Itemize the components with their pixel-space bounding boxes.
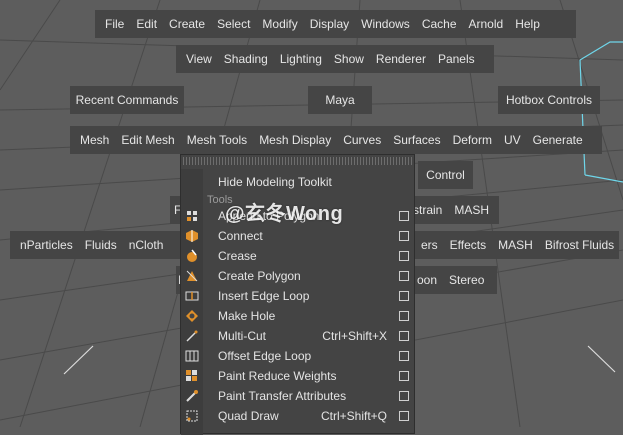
option-box[interactable] <box>399 371 409 381</box>
quad-draw-icon <box>186 410 198 422</box>
option-box[interactable] <box>399 311 409 321</box>
dynamics-menu-bar-right: ers Effects MASH Bifrost Fluids <box>413 231 619 259</box>
option-box[interactable] <box>399 231 409 241</box>
menu-ncloth[interactable]: nCloth <box>123 238 170 252</box>
menu-deform[interactable]: Deform <box>447 133 498 147</box>
menu-item-label: Paint Reduce Weights <box>218 369 337 383</box>
menu-curves[interactable]: Curves <box>337 133 387 147</box>
menu-item-multi-cut[interactable]: Multi-Cut Ctrl+Shift+X <box>186 326 414 346</box>
menu-arnold[interactable]: Arnold <box>463 17 510 31</box>
menu-item-offset-edge-loop[interactable]: Offset Edge Loop <box>185 346 414 366</box>
insert-edge-loop-icon <box>185 291 199 301</box>
option-box[interactable] <box>399 291 409 301</box>
menu-stereo[interactable]: Stereo <box>443 273 490 287</box>
option-box[interactable] <box>399 211 409 221</box>
menu-mash-2[interactable]: MASH <box>492 238 539 252</box>
modeling-menu-bar: Mesh Edit Mesh Mesh Tools Mesh Display C… <box>70 126 602 154</box>
menu-mesh-display[interactable]: Mesh Display <box>253 133 337 147</box>
menu-item-label: Quad Draw <box>218 409 279 423</box>
menu-item-hotkey: Ctrl+Shift+X <box>322 329 387 343</box>
menu-constrain[interactable]: strain <box>413 203 448 217</box>
crease-icon <box>187 249 197 262</box>
menu-file[interactable]: File <box>99 17 130 31</box>
menu-item-label: Multi-Cut <box>218 329 267 343</box>
menu-item-insert-edge-loop[interactable]: Insert Edge Loop <box>185 286 414 306</box>
menu-generate[interactable]: Generate <box>527 133 589 147</box>
menu-item-quad-draw[interactable]: Quad Draw Ctrl+Shift+Q <box>186 406 414 426</box>
main-menu-bar: File Edit Create Select Modify Display W… <box>95 10 576 38</box>
menu-display[interactable]: Display <box>304 17 355 31</box>
partial-right-bar-2: oon Stereo <box>413 266 497 294</box>
menu-item-make-hole[interactable]: Make Hole <box>186 306 414 326</box>
menu-item-create-polygon[interactable]: Create Polygon <box>186 266 414 286</box>
paint-transfer-attributes-icon <box>186 390 198 402</box>
menu-create[interactable]: Create <box>163 17 211 31</box>
menu-item-label: Paint Transfer Attributes <box>218 389 347 403</box>
menu-panels[interactable]: Panels <box>432 52 481 66</box>
menu-item-paint-reduce-weights[interactable]: Paint Reduce Weights <box>186 366 414 386</box>
menu-nparticles[interactable]: nParticles <box>14 238 79 252</box>
menu-cache[interactable]: Cache <box>416 17 463 31</box>
menu-mesh-tools[interactable]: Mesh Tools <box>181 133 253 147</box>
append-polygon-icon <box>187 211 197 221</box>
recent-commands-button[interactable]: Recent Commands <box>70 86 184 114</box>
menu-show[interactable]: Show <box>328 52 370 66</box>
menu-item-label: Insert Edge Loop <box>218 289 310 303</box>
option-box[interactable] <box>399 351 409 361</box>
control-button[interactable]: Control <box>418 161 473 189</box>
offset-edge-loop-icon <box>185 350 199 362</box>
connect-icon <box>186 230 198 242</box>
menu-item-hotkey: Ctrl+Shift+Q <box>320 409 387 423</box>
option-box[interactable] <box>399 271 409 281</box>
menu-item-label: Crease <box>218 249 257 263</box>
menu-lighting[interactable]: Lighting <box>274 52 328 66</box>
menu-renderer[interactable]: Renderer <box>370 52 432 66</box>
maya-button[interactable]: Maya <box>308 86 372 114</box>
multi-cut-icon <box>186 330 198 342</box>
option-box[interactable] <box>399 411 409 421</box>
menu-effects[interactable]: Effects <box>444 238 492 252</box>
menu-item-label: Hide Modeling Toolkit <box>218 175 332 189</box>
hotbox-controls-button[interactable]: Hotbox Controls <box>498 86 600 114</box>
watermark-text: @玄冬Wong <box>225 203 344 225</box>
menu-fields-solvers[interactable]: ers <box>413 238 444 252</box>
mesh-tools-menu: Hide Modeling Toolkit Tools Append to Po… <box>180 154 415 435</box>
hide-modeling-toolkit-item[interactable]: Hide Modeling Toolkit <box>203 172 414 192</box>
menu-view[interactable]: View <box>180 52 218 66</box>
menu-help[interactable]: Help <box>509 17 546 31</box>
create-polygon-icon <box>186 270 198 282</box>
menu-windows[interactable]: Windows <box>355 17 416 31</box>
menu-modify[interactable]: Modify <box>256 17 303 31</box>
menu-edit[interactable]: Edit <box>130 17 163 31</box>
menu-shading[interactable]: Shading <box>218 52 274 66</box>
option-box[interactable] <box>399 391 409 401</box>
menu-item-label: Connect <box>218 229 263 243</box>
tear-off-handle[interactable] <box>183 157 412 165</box>
menu-item-connect[interactable]: Connect <box>186 226 414 246</box>
make-hole-icon <box>186 310 198 322</box>
menu-select[interactable]: Select <box>211 17 256 31</box>
view-menu-bar: View Shading Lighting Show Renderer Pane… <box>176 45 494 73</box>
menu-item-crease[interactable]: Crease <box>187 246 414 266</box>
menu-item-label: Create Polygon <box>218 269 301 283</box>
option-box[interactable] <box>399 331 409 341</box>
menu-fluids[interactable]: Fluids <box>79 238 123 252</box>
option-box[interactable] <box>399 251 409 261</box>
menu-uv[interactable]: UV <box>498 133 527 147</box>
menu-bifrost-fluids[interactable]: Bifrost Fluids <box>539 238 620 252</box>
menu-edit-mesh[interactable]: Edit Mesh <box>115 133 180 147</box>
menu-surfaces[interactable]: Surfaces <box>387 133 446 147</box>
menu-mesh[interactable]: Mesh <box>74 133 115 147</box>
paint-reduce-weights-icon <box>186 370 197 381</box>
menu-item-label: Offset Edge Loop <box>218 349 312 363</box>
menu-item-paint-transfer-attributes[interactable]: Paint Transfer Attributes <box>186 386 414 406</box>
menu-cartoon[interactable]: oon <box>413 273 443 287</box>
dynamics-menu-bar-left: nParticles Fluids nCloth <box>10 231 184 259</box>
menu-mash-1[interactable]: MASH <box>448 203 495 217</box>
partial-right-bar-1: strain MASH <box>413 196 499 224</box>
menu-item-label: Make Hole <box>218 309 276 323</box>
